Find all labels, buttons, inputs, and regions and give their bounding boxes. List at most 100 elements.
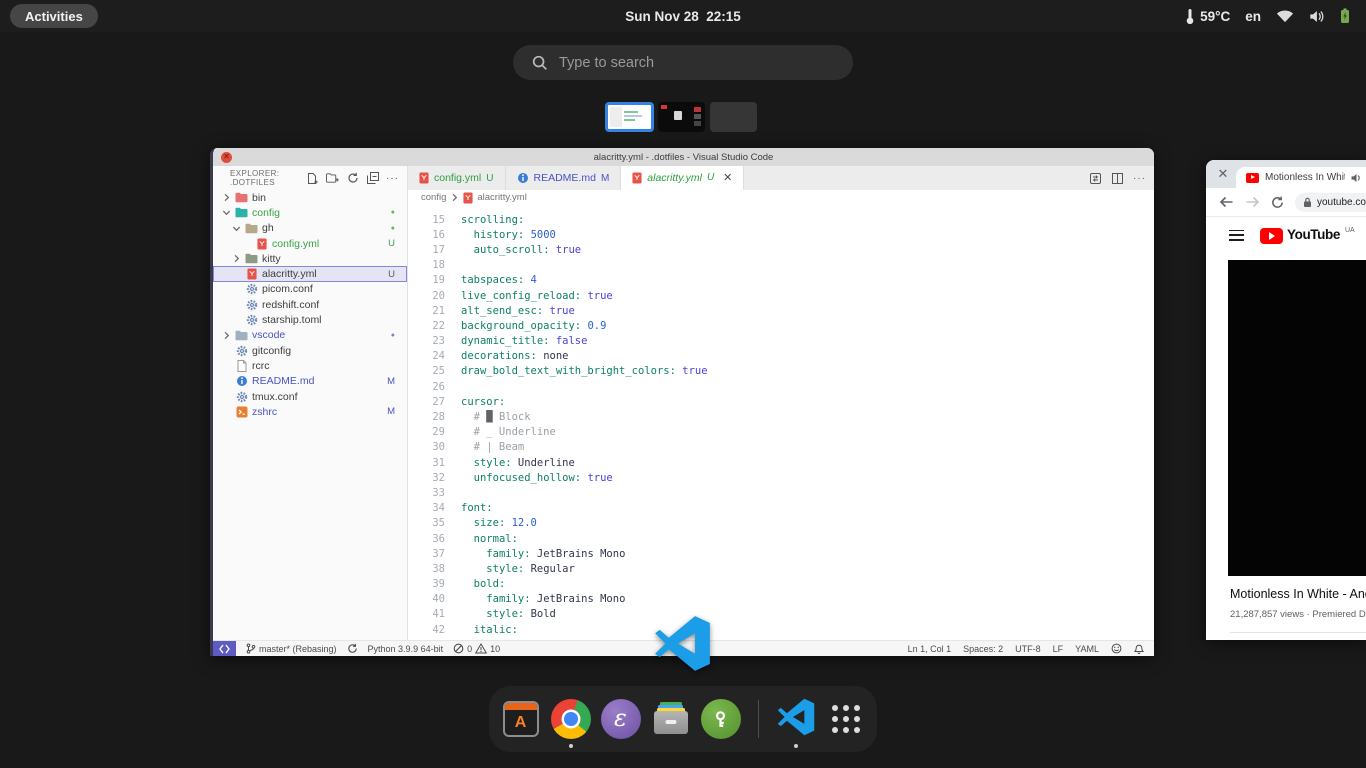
file-name: alacritty.yml xyxy=(262,268,317,280)
reload-icon[interactable] xyxy=(1271,196,1284,209)
chevron-right-icon xyxy=(222,193,231,202)
python-interpreter-status[interactable]: Python 3.9.9 64-bit xyxy=(368,644,444,654)
file-tree-item-tmux.conf[interactable]: tmux.conf xyxy=(213,389,407,404)
mini-sidebar xyxy=(610,107,622,127)
mini-line xyxy=(624,111,638,113)
collapse-all-icon[interactable] xyxy=(366,172,379,185)
mini-thumb xyxy=(694,121,701,126)
remote-indicator[interactable] xyxy=(213,641,236,656)
breadcrumb[interactable]: config alacritty.yml xyxy=(408,190,1154,205)
wifi-icon[interactable] xyxy=(1276,9,1294,23)
file-tree-item-gh[interactable]: gh● xyxy=(213,221,407,236)
dock-app-app-grid[interactable] xyxy=(826,699,866,739)
close-tab-icon[interactable]: ✕ xyxy=(723,171,732,184)
file-tree-item-config[interactable]: config ● xyxy=(213,205,407,220)
dock-app-emacs[interactable]: ε xyxy=(601,699,641,739)
dock-app-chrome[interactable] xyxy=(551,699,591,739)
code-editor[interactable]: 15scrolling:16 history: 500017 auto_scro… xyxy=(408,205,1154,641)
browser-tab[interactable]: Motionless In White - A xyxy=(1236,167,1366,188)
editor-tab-config.yml[interactable]: config.ymlU xyxy=(408,166,506,190)
chrome-window[interactable]: ✕ Motionless In White - A youtube.com/wa… xyxy=(1206,160,1366,640)
file-tree-item-gitconfig[interactable]: gitconfig xyxy=(213,343,407,358)
dock-app-alacritty[interactable]: A xyxy=(501,699,541,739)
dock-app-keys[interactable] xyxy=(701,699,741,739)
volume-icon[interactable] xyxy=(1309,10,1325,23)
breadcrumb-folder[interactable]: config xyxy=(421,192,446,203)
workspace-switcher xyxy=(0,102,1366,133)
indent-spacer xyxy=(242,239,251,248)
chrome-toolbar: youtube.com/wa xyxy=(1206,188,1366,217)
workspace-thumbnail-2[interactable] xyxy=(658,102,705,132)
yaml-file-icon xyxy=(463,192,473,203)
dock-app-vscode[interactable] xyxy=(776,699,816,739)
keyboard-layout-indicator[interactable]: en xyxy=(1245,9,1261,24)
breadcrumb-file[interactable]: alacritty.yml xyxy=(477,192,526,203)
language-mode-status[interactable]: YAML xyxy=(1075,644,1099,654)
code-line-35: 35 size: 12.0 xyxy=(408,516,1154,531)
new-file-icon[interactable] xyxy=(306,172,319,185)
file-tree-item-rcrc[interactable]: rcrc xyxy=(213,358,407,373)
video-player[interactable] xyxy=(1228,260,1366,576)
activities-button[interactable]: Activities xyxy=(10,4,98,28)
file-tree-item-kitty[interactable]: kitty xyxy=(213,251,407,266)
file-tree-item-bin[interactable]: bin xyxy=(213,190,407,205)
vscode-window[interactable]: alacritty.yml - .dotfiles - Visual Studi… xyxy=(210,148,1154,656)
code-line-36: 36 normal: xyxy=(408,531,1154,546)
file-tree-item-redshift.conf[interactable]: redshift.conf xyxy=(213,297,407,312)
open-changes-icon[interactable] xyxy=(1089,172,1102,185)
battery-icon[interactable] xyxy=(1340,8,1350,24)
tab-label: config.yml xyxy=(434,172,481,184)
git-branch-status[interactable]: master* (Rebasing) xyxy=(246,643,337,654)
clock[interactable]: Sun Nov 28 22:15 xyxy=(625,0,741,32)
indentation-status[interactable]: Spaces: 2 xyxy=(963,644,1003,654)
sync-icon xyxy=(347,643,358,654)
alacritty-icon: A xyxy=(503,701,539,737)
editor-tab-alacritty.yml[interactable]: alacritty.ymlU✕ xyxy=(621,166,744,190)
address-bar[interactable]: youtube.com/wa xyxy=(1295,193,1366,212)
forward-icon[interactable] xyxy=(1245,196,1260,208)
search-input[interactable]: Type to search xyxy=(513,45,853,80)
file-name: vscode xyxy=(252,329,285,341)
keys-icon xyxy=(701,699,741,739)
encoding-status[interactable]: UTF-8 xyxy=(1015,644,1041,654)
youtube-logo[interactable]: YouTube UA xyxy=(1260,227,1355,244)
new-folder-icon[interactable] xyxy=(326,172,339,185)
file-tree-item-config.yml[interactable]: config.ymlU xyxy=(213,236,407,251)
git-sync-button[interactable] xyxy=(347,643,358,654)
notifications-button[interactable] xyxy=(1134,643,1144,654)
feedback-button[interactable] xyxy=(1111,643,1122,654)
gnome-overview-desktop: Activities Sun Nov 28 22:15 59°C en Type… xyxy=(0,0,1366,768)
system-status-area[interactable]: 59°C en xyxy=(1185,0,1366,32)
git-status-badge: ● xyxy=(391,209,407,216)
file-name: config xyxy=(252,207,280,219)
editor-tab-README.md[interactable]: README.mdM xyxy=(506,166,622,190)
vscode-window-title: alacritty.yml - .dotfiles - Visual Studi… xyxy=(213,148,1154,166)
file-tree-item-zshrc[interactable]: zshrcM xyxy=(213,404,407,419)
more-actions-icon[interactable]: ··· xyxy=(386,173,399,184)
dock-app-files[interactable] xyxy=(651,699,691,739)
mini-logo xyxy=(661,105,667,109)
menu-icon[interactable] xyxy=(1229,230,1244,241)
tab-audio-icon[interactable] xyxy=(1351,173,1362,183)
close-window-button[interactable]: ✕ xyxy=(1215,166,1231,182)
refresh-icon[interactable] xyxy=(346,172,359,185)
workspace-thumbnail-1-active[interactable] xyxy=(605,102,654,132)
file-name: picom.conf xyxy=(262,283,313,295)
problems-status[interactable]: 0 10 xyxy=(453,643,500,654)
eol-status[interactable]: LF xyxy=(1053,644,1064,654)
vscode-app-icon[interactable] xyxy=(654,615,711,672)
back-icon[interactable] xyxy=(1219,196,1234,208)
file-tree-item-README.md[interactable]: README.mdM xyxy=(213,374,407,389)
close-window-button[interactable]: ✕ xyxy=(221,152,232,163)
split-editor-icon[interactable] xyxy=(1111,172,1124,185)
more-actions-icon[interactable]: ··· xyxy=(1133,173,1146,184)
info-icon xyxy=(517,172,529,184)
code-line-41: 41 style: Bold xyxy=(408,607,1154,622)
workspace-thumbnail-3[interactable] xyxy=(710,102,757,132)
file-tree-item-alacritty.yml[interactable]: alacritty.ymlU xyxy=(213,266,407,281)
cursor-position-status[interactable]: Ln 1, Col 1 xyxy=(908,644,952,654)
vscode-title-bar[interactable]: alacritty.yml - .dotfiles - Visual Studi… xyxy=(213,148,1154,167)
file-tree-item-vscode[interactable]: vscode● xyxy=(213,328,407,343)
file-tree-item-starship.toml[interactable]: starship.toml xyxy=(213,312,407,327)
file-tree-item-picom.conf[interactable]: picom.conf xyxy=(213,282,407,297)
